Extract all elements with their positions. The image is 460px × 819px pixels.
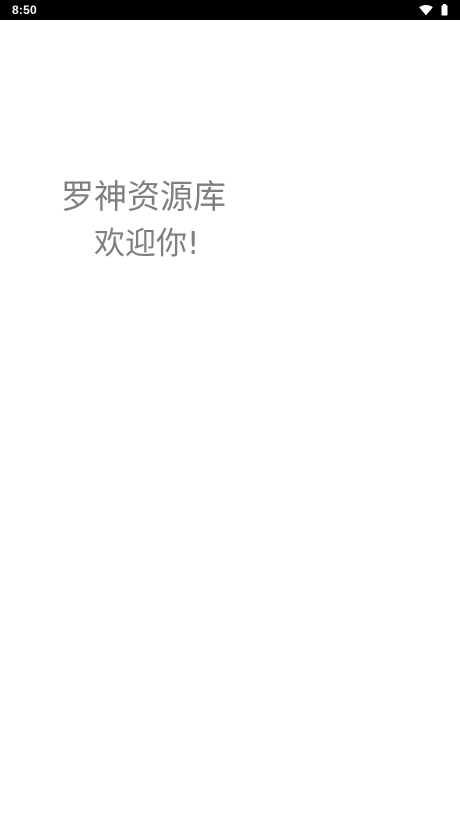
battery-icon xyxy=(441,4,448,16)
splash-screen: 罗神资源库 欢迎你! xyxy=(0,20,460,819)
app-name: 罗神资源库 xyxy=(61,177,226,216)
status-bar: 8:50 xyxy=(0,0,460,20)
wifi-icon xyxy=(419,4,433,16)
status-time: 8:50 xyxy=(12,3,37,17)
status-icons xyxy=(419,4,448,16)
welcome-message: 欢迎你! xyxy=(94,226,200,262)
